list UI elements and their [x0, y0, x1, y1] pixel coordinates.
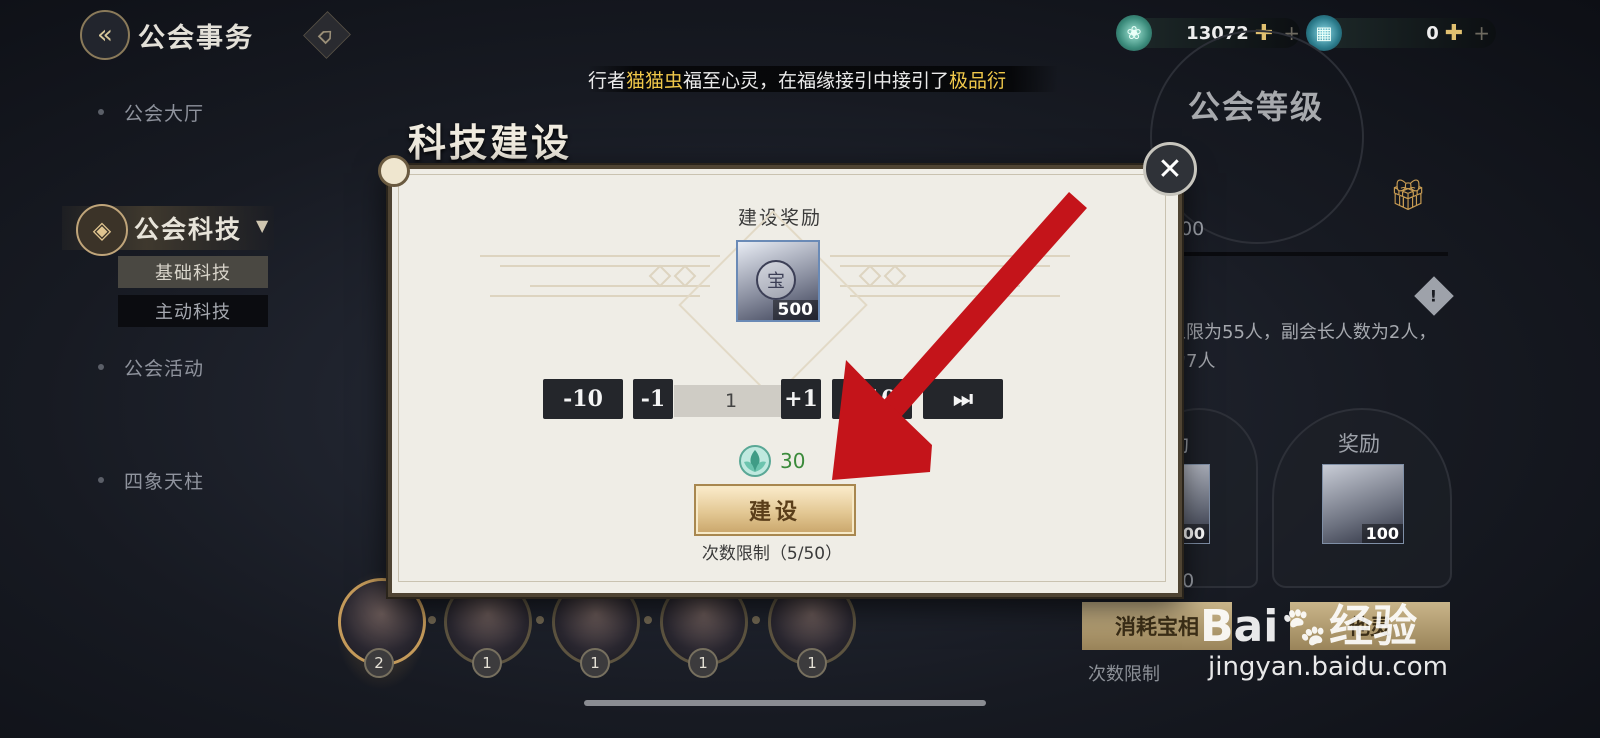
- plus-10-button[interactable]: +10: [832, 379, 912, 419]
- sidebar-item-four-pillars[interactable]: 四象天柱: [124, 467, 204, 494]
- node-link: [536, 616, 544, 624]
- max-button[interactable]: ⏭: [923, 379, 1003, 419]
- lantern-icon[interactable]: ⌂: [303, 11, 351, 59]
- node-count-badge: 2: [364, 648, 394, 678]
- node-count-badge: 1: [688, 648, 718, 678]
- watermark-logo-suffix: 经验: [1329, 601, 1418, 652]
- ticker-middle: 福至心灵，在福缘接引中接引了: [683, 70, 950, 92]
- build-limit-text: 次数限制（5/50）: [701, 544, 843, 564]
- sidebar-item-guild-activity[interactable]: 公会活动: [124, 354, 204, 381]
- guild-desc-line: 上限为55人，副会长人数为2人，: [1168, 322, 1437, 343]
- node-link: [752, 616, 760, 624]
- node-link: [644, 616, 652, 624]
- minus-1-button[interactable]: -1: [633, 379, 673, 419]
- nav-dot: [98, 109, 104, 115]
- node-count-badge: 1: [580, 648, 610, 678]
- ticker-prefix: 行者: [588, 70, 627, 92]
- announcement-ticker: 行者猫猫虫福至心灵，在福缘接引中接引了极品衍: [588, 66, 1058, 92]
- subtab-active-tech[interactable]: 主动科技: [118, 295, 268, 327]
- ticker-rarity: 极品衍: [949, 70, 1007, 92]
- node-count-badge: 1: [472, 648, 502, 678]
- close-button[interactable]: ✕: [1143, 142, 1197, 196]
- quantity-input[interactable]: [674, 385, 788, 417]
- back-button[interactable]: «: [80, 10, 130, 60]
- minus-10-button[interactable]: -10: [543, 379, 623, 419]
- watermark-logo: Bai🐾︎经验: [1200, 590, 1417, 654]
- nav-dot: [98, 477, 104, 483]
- resource-gem: ▦ 0 ✚ +: [1306, 15, 1496, 51]
- add-gem-secondary-button[interactable]: +: [1473, 21, 1490, 45]
- watermark-url: jingyan.baidu.com: [1208, 652, 1448, 682]
- add-gem-button[interactable]: ✚: [1445, 21, 1463, 46]
- plus-1-button[interactable]: +1: [781, 379, 821, 419]
- build-button[interactable]: 建设: [694, 484, 856, 536]
- nav-dot: [98, 364, 104, 370]
- ticker-player-name: 猫猫虫: [626, 70, 684, 92]
- jade-currency-icon: [739, 445, 771, 477]
- guild-level-emblem: [1150, 30, 1364, 244]
- node-link: [428, 616, 436, 624]
- reward-item: 100: [1322, 464, 1404, 544]
- info-icon[interactable]: !: [1414, 276, 1454, 316]
- paw-icon: 🐾︎: [1278, 605, 1330, 651]
- reward-quantity: 500: [772, 300, 818, 320]
- build-cost: 30: [780, 449, 806, 473]
- sidebar-item-guild-tech[interactable]: 公会科技: [134, 210, 242, 246]
- watermark-logo-prefix: Bai: [1200, 601, 1279, 652]
- gem-amount: 0: [1426, 22, 1439, 44]
- sidebar-item-guild-hall[interactable]: 公会大厅: [124, 99, 204, 126]
- back-arrow-icon: «: [97, 20, 113, 50]
- reward-arch-label: 奖励: [1338, 432, 1380, 456]
- section-title: 科技建设: [408, 121, 573, 165]
- chevron-down-icon[interactable]: ▼: [256, 216, 268, 235]
- guild-tech-icon: ◈: [76, 204, 128, 256]
- dialog-pin-ornament: [378, 155, 410, 187]
- page-title: 公会事务: [138, 23, 254, 54]
- home-indicator[interactable]: [584, 700, 986, 706]
- guild-level-title: 公会等级: [1188, 88, 1325, 126]
- jade-currency-icon: ❀: [1116, 15, 1152, 51]
- treasure-seal-icon: 宝: [756, 260, 796, 300]
- guild-exp-bar: [1168, 252, 1448, 256]
- subtab-basic-tech[interactable]: 基础科技: [118, 256, 268, 288]
- node-count-badge: 1: [797, 648, 827, 678]
- gift-icon[interactable]: 🎁︎: [1388, 176, 1428, 214]
- reward-qty: 100: [1361, 524, 1403, 543]
- skip-to-max-icon: ⏭: [953, 386, 973, 412]
- close-icon: ✕: [1157, 151, 1183, 187]
- background-limit-text: 次数限制: [1088, 664, 1160, 685]
